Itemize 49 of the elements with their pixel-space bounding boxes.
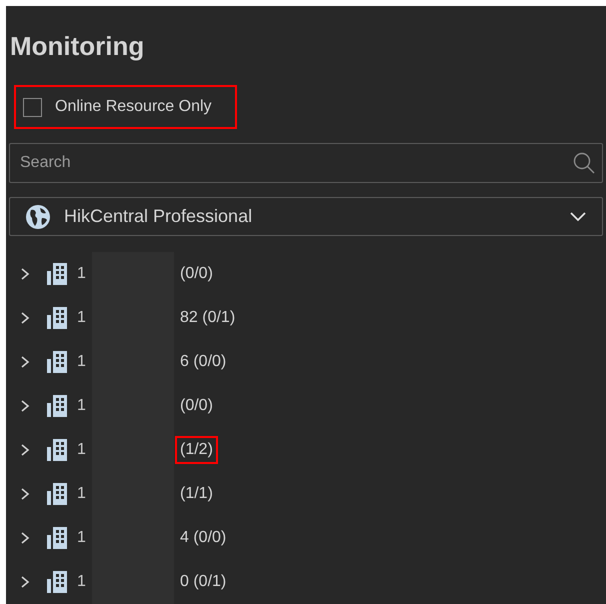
site-dropdown[interactable]: HikCentral Professional: [9, 197, 603, 236]
area-count: (0/0): [179, 264, 214, 284]
chevron-icon[interactable]: [20, 443, 30, 457]
building-icon: [47, 395, 67, 417]
area-count: (1/1): [179, 484, 214, 504]
chevron-icon[interactable]: [20, 575, 30, 589]
chevron-icon[interactable]: [20, 399, 30, 413]
area-name-start: 1: [77, 264, 86, 284]
tree-item[interactable]: 1 6 (0/0): [6, 340, 603, 384]
area-count: (1/2): [175, 436, 218, 464]
area-name-start: 1: [77, 308, 86, 328]
area-count: 0 (0/1): [179, 572, 228, 592]
building-icon: [47, 439, 67, 461]
area-count: 4 (0/0): [179, 528, 228, 548]
search-field[interactable]: Search: [9, 143, 603, 184]
panel-title: Monitoring: [10, 31, 146, 61]
area-count: 6 (0/0): [179, 352, 228, 372]
chevron-icon[interactable]: [20, 311, 30, 325]
tree-item[interactable]: 1 0 (0/1): [6, 560, 603, 604]
tree-item[interactable]: 1 (0/0): [6, 384, 603, 428]
building-icon: [47, 263, 67, 285]
area-count: (0/0): [179, 396, 214, 416]
chevron-icon[interactable]: [20, 267, 30, 281]
chevron-icon[interactable]: [20, 355, 30, 369]
chevron-icon[interactable]: [20, 531, 30, 545]
area-name-start: 1: [77, 572, 86, 592]
checkbox[interactable]: [23, 98, 42, 117]
area-count: 82 (0/1): [179, 308, 236, 328]
chevron-icon[interactable]: [20, 487, 30, 501]
building-icon: [47, 571, 67, 593]
building-icon: [47, 351, 67, 373]
tree-item[interactable]: 1 (1/1): [6, 472, 603, 516]
building-icon: [47, 307, 67, 329]
search-icon[interactable]: [573, 152, 595, 174]
globe-icon: [26, 204, 50, 229]
area-name-start: 1: [77, 440, 86, 460]
area-name-start: 1: [77, 528, 86, 548]
tree-item[interactable]: 1 4 (0/0): [6, 516, 603, 560]
tree-item[interactable]: 1 82 (0/1): [6, 296, 603, 340]
dropdown-value: HikCentral Professional: [64, 205, 254, 228]
area-name-start: 1: [77, 352, 86, 372]
tree-item[interactable]: 1 (1/2): [6, 428, 603, 472]
caret-icon[interactable]: [570, 212, 586, 222]
area-name-start: 1: [77, 396, 86, 416]
building-icon: [47, 527, 67, 549]
checkbox-label: Online Resource Only: [55, 97, 212, 118]
building-icon: [47, 483, 67, 505]
tree-item[interactable]: 1 (0/0): [6, 252, 603, 296]
area-name-start: 1: [77, 484, 86, 504]
